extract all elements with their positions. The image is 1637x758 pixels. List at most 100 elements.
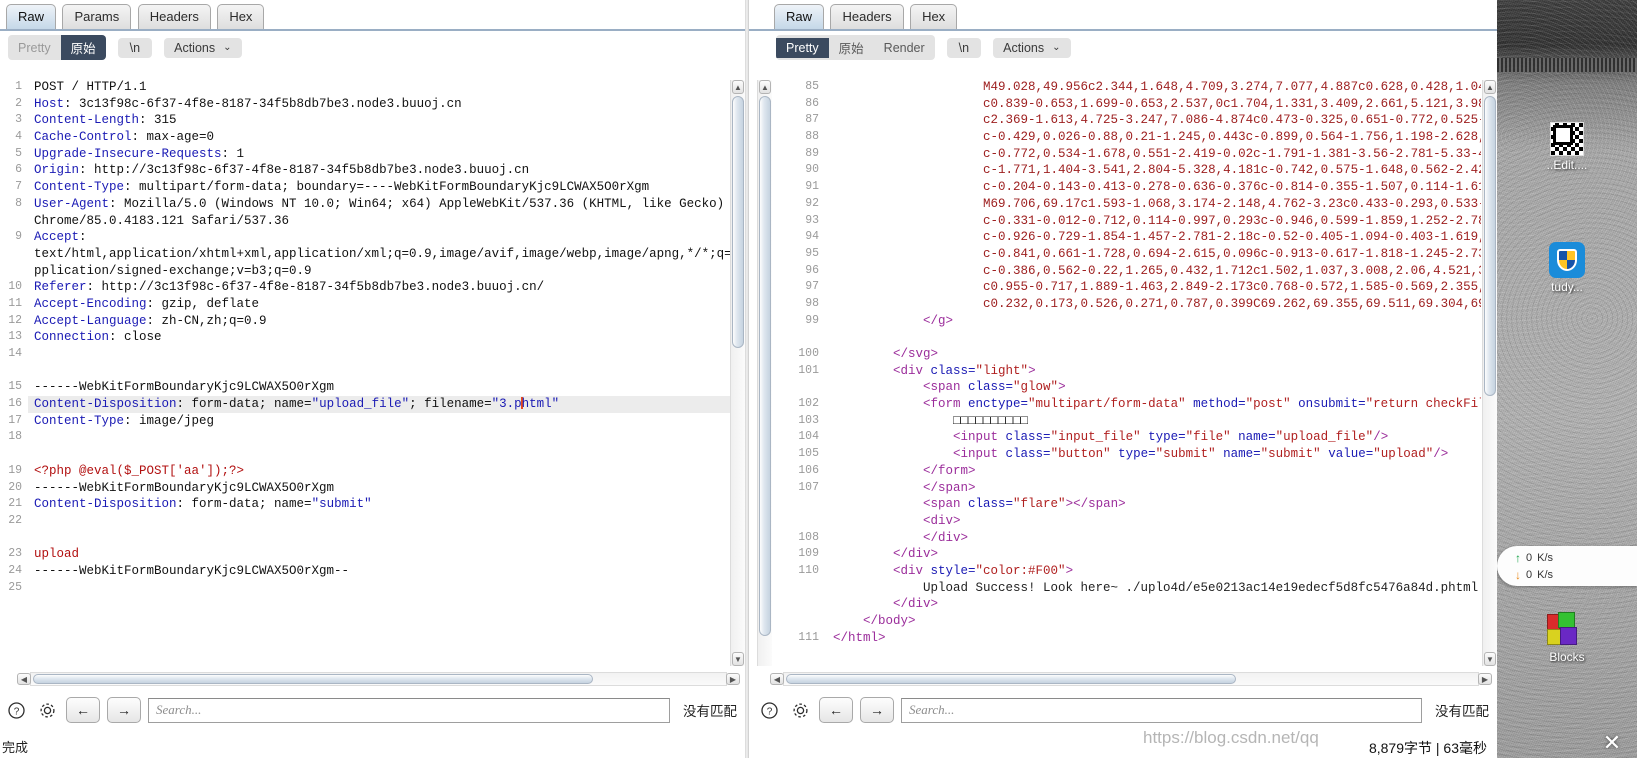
scroll-thumb[interactable] xyxy=(33,674,593,684)
code-text: M69.706,69.17c1.593-1.068,3.174-2.148,4.… xyxy=(983,196,1481,211)
code-text: □□□□□□□□□□ xyxy=(953,413,1029,428)
line-number: 23 xyxy=(8,547,22,561)
line-number: 9 xyxy=(15,230,22,244)
scroll-up-arrow-icon[interactable]: ▲ xyxy=(732,80,744,94)
scroll-thumb[interactable] xyxy=(759,96,771,636)
desktop-icon-defender-study[interactable]: tudy... xyxy=(1497,242,1637,294)
desktop-ridge xyxy=(1497,58,1637,72)
pretty-button[interactable]: Pretty xyxy=(8,38,61,58)
response-footer: ? ← → Search... 没有匹配 xyxy=(749,690,1497,730)
code-text: c-0.429,0.026-0.88,0.21-1.245,0.443c-0.8… xyxy=(983,130,1481,145)
response-panel: Raw Headers Hex Pretty 原始 Render \n Acti… xyxy=(749,0,1497,758)
request-panel: Raw Params Headers Hex Pretty 原始 \n Acti… xyxy=(0,0,745,758)
tab-params[interactable]: Params xyxy=(62,4,132,29)
close-icon[interactable]: ✕ xyxy=(1599,730,1625,756)
pretty-button[interactable]: Pretty xyxy=(776,37,829,58)
newline-button[interactable]: \n xyxy=(117,37,153,58)
render-button[interactable]: Render xyxy=(874,38,935,58)
scroll-thumb[interactable] xyxy=(786,674,1236,684)
scroll-thumb[interactable] xyxy=(732,96,744,348)
desktop-icon-qr-edit[interactable]: ..Edit.... xyxy=(1497,122,1637,172)
request-code-lines: 1 POST / HTTP/1.1 2 Host: 3c13f98c-6f37-4f8… xyxy=(0,79,745,668)
upload-speed-value: 0 xyxy=(1526,551,1533,564)
line-number: 105 xyxy=(798,447,819,461)
code-text: c-0.772,0.534-1.678,0.551-2.419-0.02c-1.… xyxy=(983,146,1481,161)
response-code-area[interactable]: 85 M49.028,49.956c2.344,1.648,4.709,3.27… xyxy=(779,78,1481,668)
response-vertical-scrollbar[interactable]: ▲ ▼ xyxy=(1482,80,1497,666)
code-line: 13 Connection: close xyxy=(0,329,745,346)
help-icon[interactable]: ? xyxy=(757,698,781,722)
request-vertical-scrollbar[interactable]: ▲ ▼ xyxy=(730,80,745,666)
help-icon[interactable]: ? xyxy=(4,698,28,722)
line-number: 104 xyxy=(798,430,819,444)
line-number: 15 xyxy=(8,380,22,394)
line-number: 85 xyxy=(805,80,819,93)
request-code-area[interactable]: 1 POST / HTTP/1.1 2 Host: 3c13f98c-6f37-4f8… xyxy=(0,78,745,668)
line-number: 106 xyxy=(798,463,819,477)
line-number: 108 xyxy=(798,530,819,544)
scroll-down-arrow-icon[interactable]: ▼ xyxy=(732,652,744,666)
scroll-right-arrow-icon[interactable]: ▶ xyxy=(726,673,740,685)
scroll-left-arrow-icon[interactable]: ◀ xyxy=(770,673,784,685)
network-speed-widget[interactable]: ↑ 0 K/s ↓ 0 K/s xyxy=(1497,546,1637,586)
code-line: 96 c-0.386,0.562-0.22,1.265,0.432,1.712c… xyxy=(779,263,1481,280)
search-input[interactable]: Search... xyxy=(148,697,670,723)
tab-hex[interactable]: Hex xyxy=(910,4,958,29)
search-prev-button[interactable]: ← xyxy=(66,697,100,723)
line-number: 14 xyxy=(8,347,22,360)
code-text: Connection: close xyxy=(34,330,162,345)
code-line: 105 <input class="button" type="submit" … xyxy=(779,446,1481,463)
raw-button[interactable]: 原始 xyxy=(829,35,874,60)
actions-button[interactable]: Actions ⌄ xyxy=(164,37,242,58)
line-number: 92 xyxy=(805,196,819,210)
code-text: ------WebKitFormBoundaryKjc9LCWAX5O0rXgm… xyxy=(34,563,350,578)
line-number: 88 xyxy=(805,130,819,144)
tab-raw[interactable]: Raw xyxy=(774,4,825,29)
desktop-icon-blocks[interactable]: Blocks xyxy=(1497,612,1637,664)
tab-raw[interactable]: Raw xyxy=(6,4,57,29)
scroll-up-arrow-icon[interactable]: ▲ xyxy=(1484,80,1496,94)
code-line: pplication/signed-exchange;v=b3;q=0.9 xyxy=(0,263,745,280)
gear-icon[interactable] xyxy=(788,698,812,722)
scroll-down-arrow-icon[interactable]: ▼ xyxy=(1484,652,1496,666)
line-number xyxy=(0,263,28,280)
scroll-up-arrow-icon[interactable]: ▲ xyxy=(759,80,771,94)
tab-headers[interactable]: Headers xyxy=(830,4,904,29)
code-text: <form enctype="multipart/form-data" meth… xyxy=(923,397,1481,412)
line-number: 5 xyxy=(15,146,22,160)
tab-hex[interactable]: Hex xyxy=(217,4,265,29)
scroll-left-arrow-icon[interactable]: ◀ xyxy=(17,673,31,685)
scroll-right-arrow-icon[interactable]: ▶ xyxy=(1478,673,1492,685)
request-toolbar: Pretty 原始 \n Actions ⌄ xyxy=(0,31,745,60)
line-number: 20 xyxy=(8,480,22,494)
code-line: 8 User-Agent: Mozilla/5.0 (Windows NT 10.… xyxy=(0,196,745,213)
response-outer-scrollbar[interactable]: ▲ xyxy=(757,80,772,666)
download-arrow-icon: ↓ xyxy=(1515,567,1521,582)
tab-headers[interactable]: Headers xyxy=(137,4,211,29)
newline-button[interactable]: \n xyxy=(946,37,982,58)
line-number: 18 xyxy=(8,430,22,444)
search-input[interactable]: Search... xyxy=(901,697,1422,723)
search-prev-button[interactable]: ← xyxy=(819,697,853,723)
request-horizontal-scrollbar[interactable]: ◀ ▶ xyxy=(17,672,740,686)
line-number: 89 xyxy=(805,146,819,160)
code-text: <span class="glow"> xyxy=(923,380,1066,395)
line-number xyxy=(779,513,827,530)
line-number: 100 xyxy=(798,347,819,360)
code-text: c0.955-0.717,1.889-1.463,2.849-2.173c0.7… xyxy=(983,280,1481,295)
response-horizontal-scrollbar[interactable]: ◀ ▶ xyxy=(770,672,1492,686)
gear-icon[interactable] xyxy=(35,698,59,722)
code-line: 21 Content-Disposition: form-data; name="… xyxy=(0,496,745,513)
search-next-button[interactable]: → xyxy=(107,697,141,723)
code-line: 94 c-0.926-0.729-1.854-1.457-2.781-2.18c… xyxy=(779,229,1481,246)
search-next-button[interactable]: → xyxy=(860,697,894,723)
actions-button[interactable]: Actions ⌄ xyxy=(993,37,1071,58)
code-text: pplication/signed-exchange;v=b3;q=0.9 xyxy=(34,263,312,278)
scroll-thumb[interactable] xyxy=(1484,96,1496,396)
code-text: Cache-Control: max-age=0 xyxy=(34,130,215,145)
raw-button[interactable]: 原始 xyxy=(60,35,106,60)
code-text: </html> xyxy=(833,630,886,645)
blocks-icon xyxy=(1547,612,1587,648)
line-number: 98 xyxy=(805,296,819,310)
